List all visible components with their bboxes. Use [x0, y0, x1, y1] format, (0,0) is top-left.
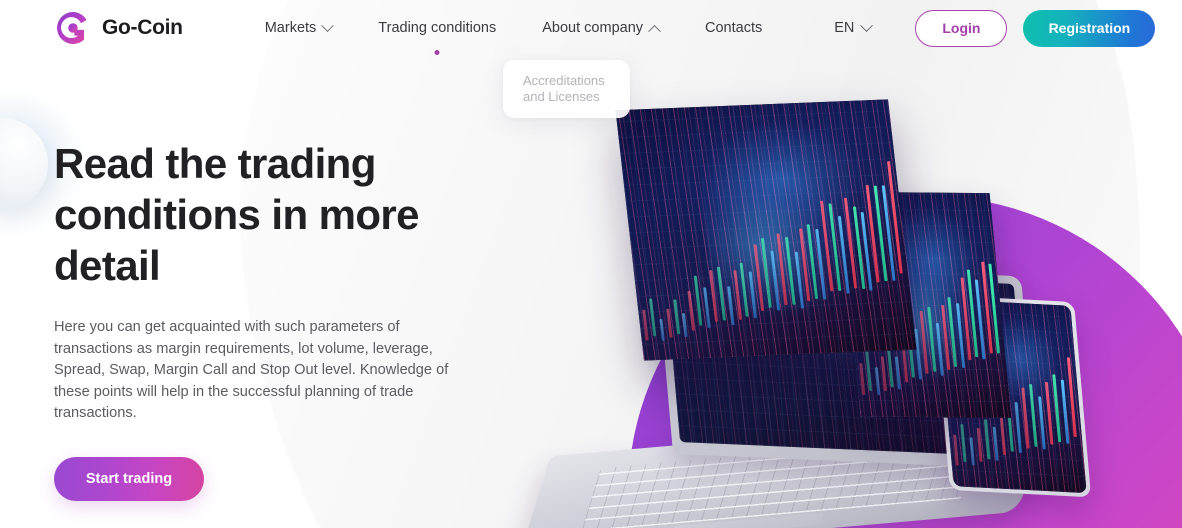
chevron-down-icon	[860, 18, 874, 32]
active-page-indicator	[434, 50, 440, 55]
dropdown-item-accreditations-and-licenses[interactable]: Accreditations and Licenses	[523, 73, 614, 104]
auth-actions: Login Registration	[915, 9, 1156, 47]
about-company-dropdown: Accreditations and Licenses	[503, 60, 630, 118]
nav-item-label: Trading conditions	[378, 20, 497, 36]
nav-item-about-company[interactable]: About company	[542, 14, 661, 42]
language-selector[interactable]: EN	[834, 18, 874, 36]
main-navigation: Markets Trading conditions About company…	[264, 14, 874, 55]
hero-illustration	[519, 80, 1182, 528]
gocoin-ring-logo-icon	[57, 12, 87, 44]
login-button[interactable]: Login	[915, 9, 1008, 47]
start-trading-button[interactable]: Start trading	[54, 456, 204, 501]
page-title: Read the trading conditions in more deta…	[54, 140, 419, 289]
candlestick-group	[615, 99, 916, 360]
chevron-up-icon	[648, 24, 661, 38]
chevron-down-icon	[321, 18, 335, 32]
hero-description: Here you can get acquainted with such pa…	[54, 319, 449, 422]
nav-item-label: About company	[542, 20, 644, 36]
language-label: EN	[834, 20, 855, 36]
nav-item-trading-conditions[interactable]: Trading conditions	[378, 14, 497, 55]
nav-item-markets[interactable]: Markets	[264, 14, 335, 42]
registration-button[interactable]: Registration	[1023, 9, 1156, 47]
floating-screen-primary	[615, 99, 917, 361]
nav-item-label: Markets	[264, 20, 317, 36]
site-header: Go-Coin Markets Trading conditions About…	[0, 0, 1182, 56]
logo-text: Go-Coin	[102, 16, 183, 39]
nav-item-label: Contacts	[705, 20, 763, 36]
logo[interactable]: Go-Coin	[54, 9, 183, 47]
landing-page: Go-Coin Markets Trading conditions About…	[0, 0, 1182, 528]
nav-item-contacts[interactable]: Contacts	[705, 14, 762, 42]
hero-section: Read the trading conditions in more deta…	[54, 138, 484, 501]
